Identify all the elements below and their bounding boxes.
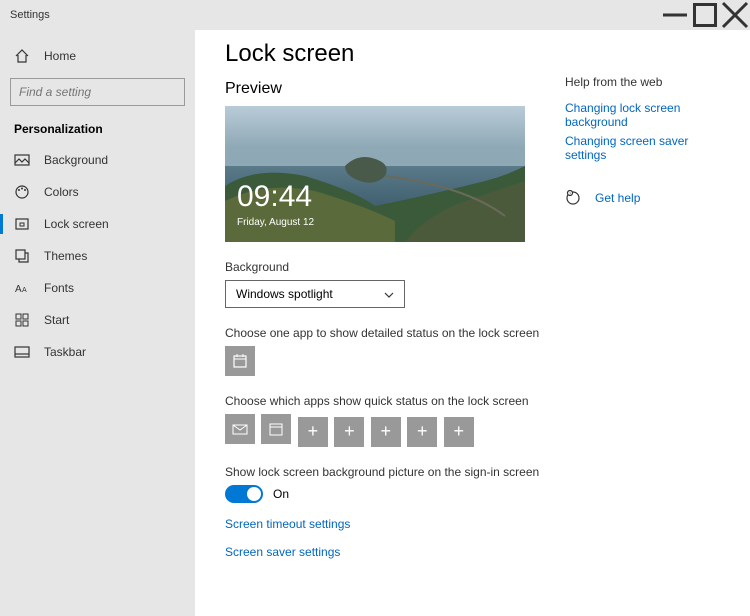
plus-icon: + [417, 421, 428, 442]
help-heading: Help from the web [565, 75, 725, 89]
nav-background[interactable]: Background [0, 144, 195, 176]
titlebar: Settings [0, 0, 750, 30]
page-title: Lock screen [225, 40, 545, 68]
nav-fonts[interactable]: AA Fonts [0, 272, 195, 304]
nav-label: Lock screen [44, 217, 109, 231]
quick-status-add-4[interactable]: + [407, 417, 437, 447]
signin-bg-toggle[interactable] [225, 485, 263, 503]
fonts-icon: AA [14, 280, 30, 296]
background-value: Windows spotlight [236, 287, 333, 301]
maximize-button[interactable] [690, 0, 720, 30]
toggle-state: On [273, 487, 289, 501]
close-button[interactable] [720, 0, 750, 30]
screen-saver-link[interactable]: Screen saver settings [225, 545, 545, 559]
content-area: Lock screen Preview 09:44 [195, 30, 750, 616]
nav-label: Themes [44, 249, 87, 263]
calendar-icon [232, 353, 248, 369]
search-input[interactable] [19, 85, 176, 99]
help-link-saver[interactable]: Changing screen saver settings [565, 134, 725, 162]
section-label: Personalization [0, 112, 195, 144]
nav-lock-screen[interactable]: Lock screen [0, 208, 195, 240]
minimize-button[interactable] [660, 0, 690, 30]
start-icon [14, 312, 30, 328]
nav-taskbar[interactable]: Taskbar [0, 336, 195, 368]
nav-label: Taskbar [44, 345, 86, 359]
nav-themes[interactable]: Themes [0, 240, 195, 272]
picture-icon [14, 152, 30, 168]
home-icon [14, 48, 30, 64]
detailed-status-app[interactable] [225, 346, 255, 376]
nav-label: Colors [44, 185, 79, 199]
quick-status-add-5[interactable]: + [444, 417, 474, 447]
svg-text:A: A [22, 287, 27, 294]
sidebar: Home Personalization Background Colors L… [0, 30, 195, 616]
help-icon: ? [565, 190, 581, 206]
plus-icon: + [453, 421, 464, 442]
plus-icon: + [344, 421, 355, 442]
help-link-bg[interactable]: Changing lock screen background [565, 101, 725, 129]
chevron-down-icon [384, 289, 394, 299]
background-label: Background [225, 260, 545, 274]
nav-home[interactable]: Home [0, 40, 195, 72]
get-help-link[interactable]: Get help [595, 191, 640, 205]
plus-icon: + [308, 421, 319, 442]
nav-colors[interactable]: Colors [0, 176, 195, 208]
taskbar-icon [14, 344, 30, 360]
lock-screen-icon [14, 216, 30, 232]
screen-timeout-link[interactable]: Screen timeout settings [225, 517, 545, 531]
quick-status-add-1[interactable]: + [298, 417, 328, 447]
preview-time: 09:44 [237, 180, 312, 214]
preview-heading: Preview [225, 80, 545, 98]
nav-label: Fonts [44, 281, 74, 295]
nav-label: Background [44, 153, 108, 167]
lock-screen-preview: 09:44 Friday, August 12 [225, 106, 525, 242]
nav-start[interactable]: Start [0, 304, 195, 336]
themes-icon [14, 248, 30, 264]
window-controls [660, 0, 750, 30]
quick-status-app-calendar[interactable] [261, 414, 291, 444]
nav-label: Start [44, 313, 69, 327]
detailed-status-label: Choose one app to show detailed status o… [225, 326, 545, 340]
background-select[interactable]: Windows spotlight [225, 280, 405, 308]
plus-icon: + [381, 421, 392, 442]
search-box[interactable] [10, 78, 185, 106]
palette-icon [14, 184, 30, 200]
window-title: Settings [0, 9, 50, 21]
preview-date: Friday, August 12 [237, 217, 314, 228]
help-panel: Help from the web Changing lock screen b… [545, 40, 725, 616]
quick-status-label: Choose which apps show quick status on t… [225, 394, 545, 408]
quick-status-add-2[interactable]: + [334, 417, 364, 447]
svg-text:A: A [15, 284, 22, 295]
mail-icon [232, 421, 248, 437]
quick-status-add-3[interactable]: + [371, 417, 401, 447]
calendar-icon [268, 421, 284, 437]
nav-home-label: Home [44, 49, 76, 63]
signin-bg-label: Show lock screen background picture on t… [225, 465, 545, 479]
quick-status-app-mail[interactable] [225, 414, 255, 444]
